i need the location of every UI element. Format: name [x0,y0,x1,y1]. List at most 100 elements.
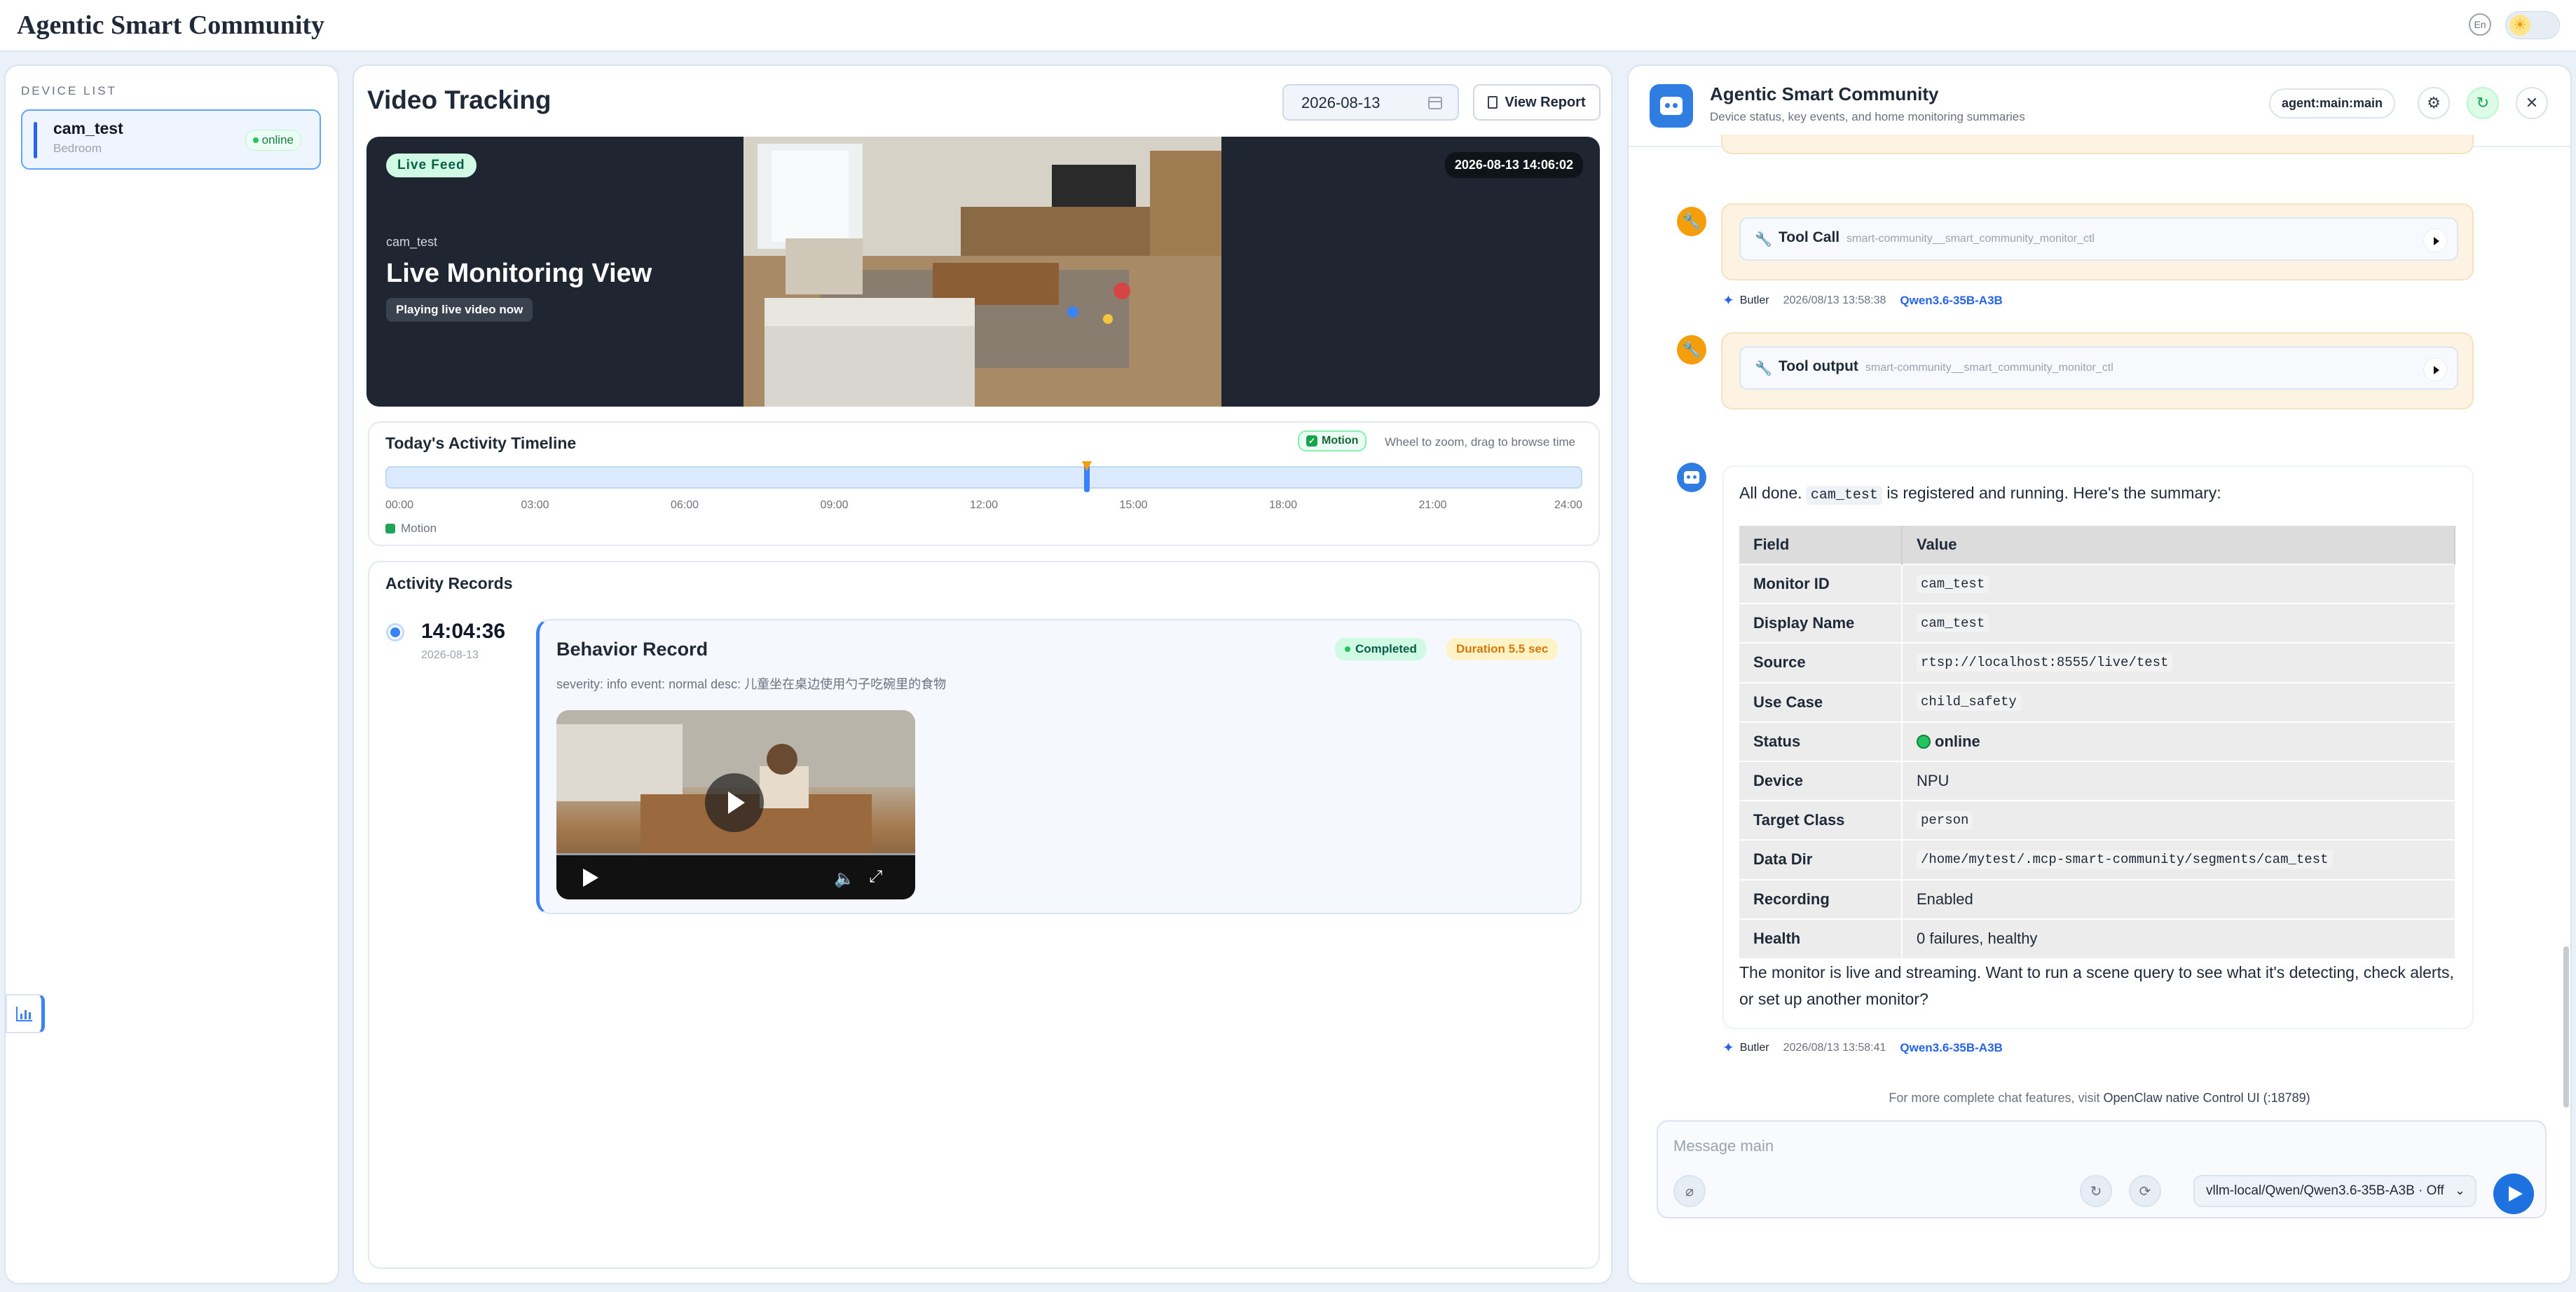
play-icon[interactable] [583,869,598,887]
value-cell: cam_test [1902,603,2455,644]
live-view-title: Live Monitoring View [386,259,652,288]
value-cell: online [1902,721,2455,761]
fullscreen-icon[interactable]: ⤢ [869,867,882,887]
attach-icon[interactable]: ⌀ [1673,1175,1706,1207]
send-button[interactable] [2493,1174,2534,1214]
message-composer: Message main ⌀ ↻ ⟳ vllm-local/Qwen/Qwen3… [1657,1120,2547,1218]
timeline-title: Today's Activity Timeline [385,434,577,452]
value-code: cam_test [1917,574,1989,593]
completed-badge: Completed [1335,638,1427,660]
field-cell: Health [1739,918,1903,958]
summary-table: Field Value Monitor ID cam_test Display Nam… [1739,526,2455,958]
message-meta: ✦ Butler 2026/08/13 13:58:38 Qwen3.6-35B… [1722,292,2003,309]
sun-icon: ☀ [2509,15,2530,36]
theme-toggle[interactable]: ☀ [2505,11,2560,39]
device-sidebar [4,64,339,1284]
completed-dot-icon [1345,646,1350,652]
tool-call-name: smart-community__smart_community_monitor… [1847,233,2095,245]
record-video-player[interactable]: 🔈 ⤢ [556,710,915,899]
table-row: Device NPU [1739,760,2455,801]
tool-call-label: Tool Call [1779,229,1840,245]
message-time: 2026/08/13 13:58:41 [1783,1041,1886,1054]
timeline-tick-label: 15:00 [1119,499,1148,511]
reset-icon[interactable]: ↻ [2080,1175,2112,1207]
table-row: Health 0 failures, healthy [1739,918,2455,958]
timeline-tick-label: 12:00 [969,499,999,511]
calendar-icon [1428,97,1442,109]
value-code: rtsp://localhost:8555/live/test [1917,653,2173,672]
table-row: Data Dir/home/mytest/.mcp-smart-communit… [1739,839,2455,880]
agent-badge[interactable]: agent:main:main [2269,88,2396,118]
record-date: 2026-08-13 [421,649,479,661]
value-cell: NPU [1902,760,2455,801]
view-report-label: View Report [1505,94,1586,110]
intro-text: All done. [1739,484,1802,502]
table-row: Use Case child_safety [1739,681,2455,722]
motion-filter-label: Motion [1322,435,1359,447]
refresh-icon[interactable]: ↻ [2467,87,2499,119]
bot-avatar-icon [1677,463,1706,492]
wrench-icon: 🔧 [1677,335,1706,365]
table-row: Target Class person [1739,800,2455,841]
table-header: Field [1739,526,1903,564]
chat-scrollbar[interactable] [2563,946,2569,1108]
table-row: Source rtsp://localhost:8555/live/test [1739,642,2455,683]
view-report-button[interactable]: View Report [1473,84,1601,121]
app-title: Agentic Smart Community [17,11,325,40]
volume-icon[interactable]: 🔈 [834,869,855,889]
chevron-down-icon: ⌄ [2454,1183,2465,1197]
activity-records-title: Activity Records [385,574,513,592]
table-row: Recording Enabled [1739,878,2455,919]
date-picker[interactable]: 2026-08-13 [1282,84,1459,121]
play-overlay-icon[interactable] [705,773,764,832]
value-cell: rtsp://localhost:8555/live/test [1902,642,2455,683]
timeline-track[interactable] [385,466,1582,489]
checkbox-icon: ✓ [1306,435,1317,447]
settings-gear-icon[interactable]: ⚙ [2418,87,2450,119]
motion-filter-toggle[interactable]: ✓ Motion [1298,430,1367,451]
device-room: Bedroom [53,142,102,155]
control-ui-link[interactable]: OpenClaw native Control UI (:18789) [2103,1091,2310,1105]
timeline-tick-label: 03:00 [521,499,549,511]
device-list-label: DEVICE LIST [21,84,117,97]
expand-arrow-icon[interactable] [2423,358,2447,381]
living-room-image [744,137,1221,407]
live-video-panel: Live Feed cam_test Live Monitoring View … [366,137,1600,407]
field-cell: Use Case [1739,681,1903,722]
model-select[interactable]: vllm-local/Qwen/Qwen3.6-35B-A3B · Off ⌄ [2193,1175,2476,1207]
message-input[interactable]: Message main [1673,1137,1774,1155]
value-code: person [1917,810,1973,829]
timeline-tick-label: 00:00 [385,499,414,511]
record-heading: Behavior Record [556,639,708,660]
model-select-value: vllm-local/Qwen/Qwen3.6-35B-A3B · Off [2206,1183,2444,1198]
value-cell: Enabled [1902,878,2455,919]
field-cell: Device [1739,760,1903,801]
tool-call-row[interactable]: 🔧 Tool Call smart-community__smart_commun… [1739,217,2458,261]
new-session-icon[interactable]: ⟳ [2129,1175,2161,1207]
live-feed-badge: Live Feed [386,154,477,177]
live-timestamp: 2026-08-13 14:06:02 [1444,152,1583,178]
footnote-text: For more complete chat features, visit [1889,1091,2100,1105]
timeline-hint: Wheel to zoom, drag to browse time [1385,435,1576,449]
sparkle-icon: ✦ [1722,293,1734,308]
language-button[interactable]: En [2469,13,2491,36]
value-code: /home/mytest/.mcp-smart-community/segmen… [1917,850,2333,869]
field-cell: Recording [1739,878,1903,919]
expand-arrow-icon[interactable] [2423,229,2447,252]
tool-output-row[interactable]: 🔧 Tool output smart-community__smart_comm… [1739,346,2458,390]
device-item-cam-test[interactable]: cam_test Bedroom online [21,109,321,170]
sparkle-icon: ✦ [1722,1040,1734,1056]
close-icon[interactable]: ✕ [2516,87,2548,119]
playing-status: Playing live video now [386,298,533,322]
value-cell: cam_test [1902,563,2455,604]
device-name: cam_test [53,119,123,137]
document-icon [1488,96,1498,109]
live-video-frame[interactable] [744,137,1221,407]
intro-text-end: is registered and running. Here's the su… [1886,484,2221,502]
table-row: Display Name cam_test [1739,603,2455,644]
tool-output-label: Tool output [1779,358,1858,374]
message-time: 2026/08/13 13:58:38 [1783,294,1886,306]
previous-message-card [1721,135,2474,154]
tool-output-wrench-icon: 🔧 [1755,361,1772,376]
chart-toggle-button[interactable] [6,994,45,1033]
